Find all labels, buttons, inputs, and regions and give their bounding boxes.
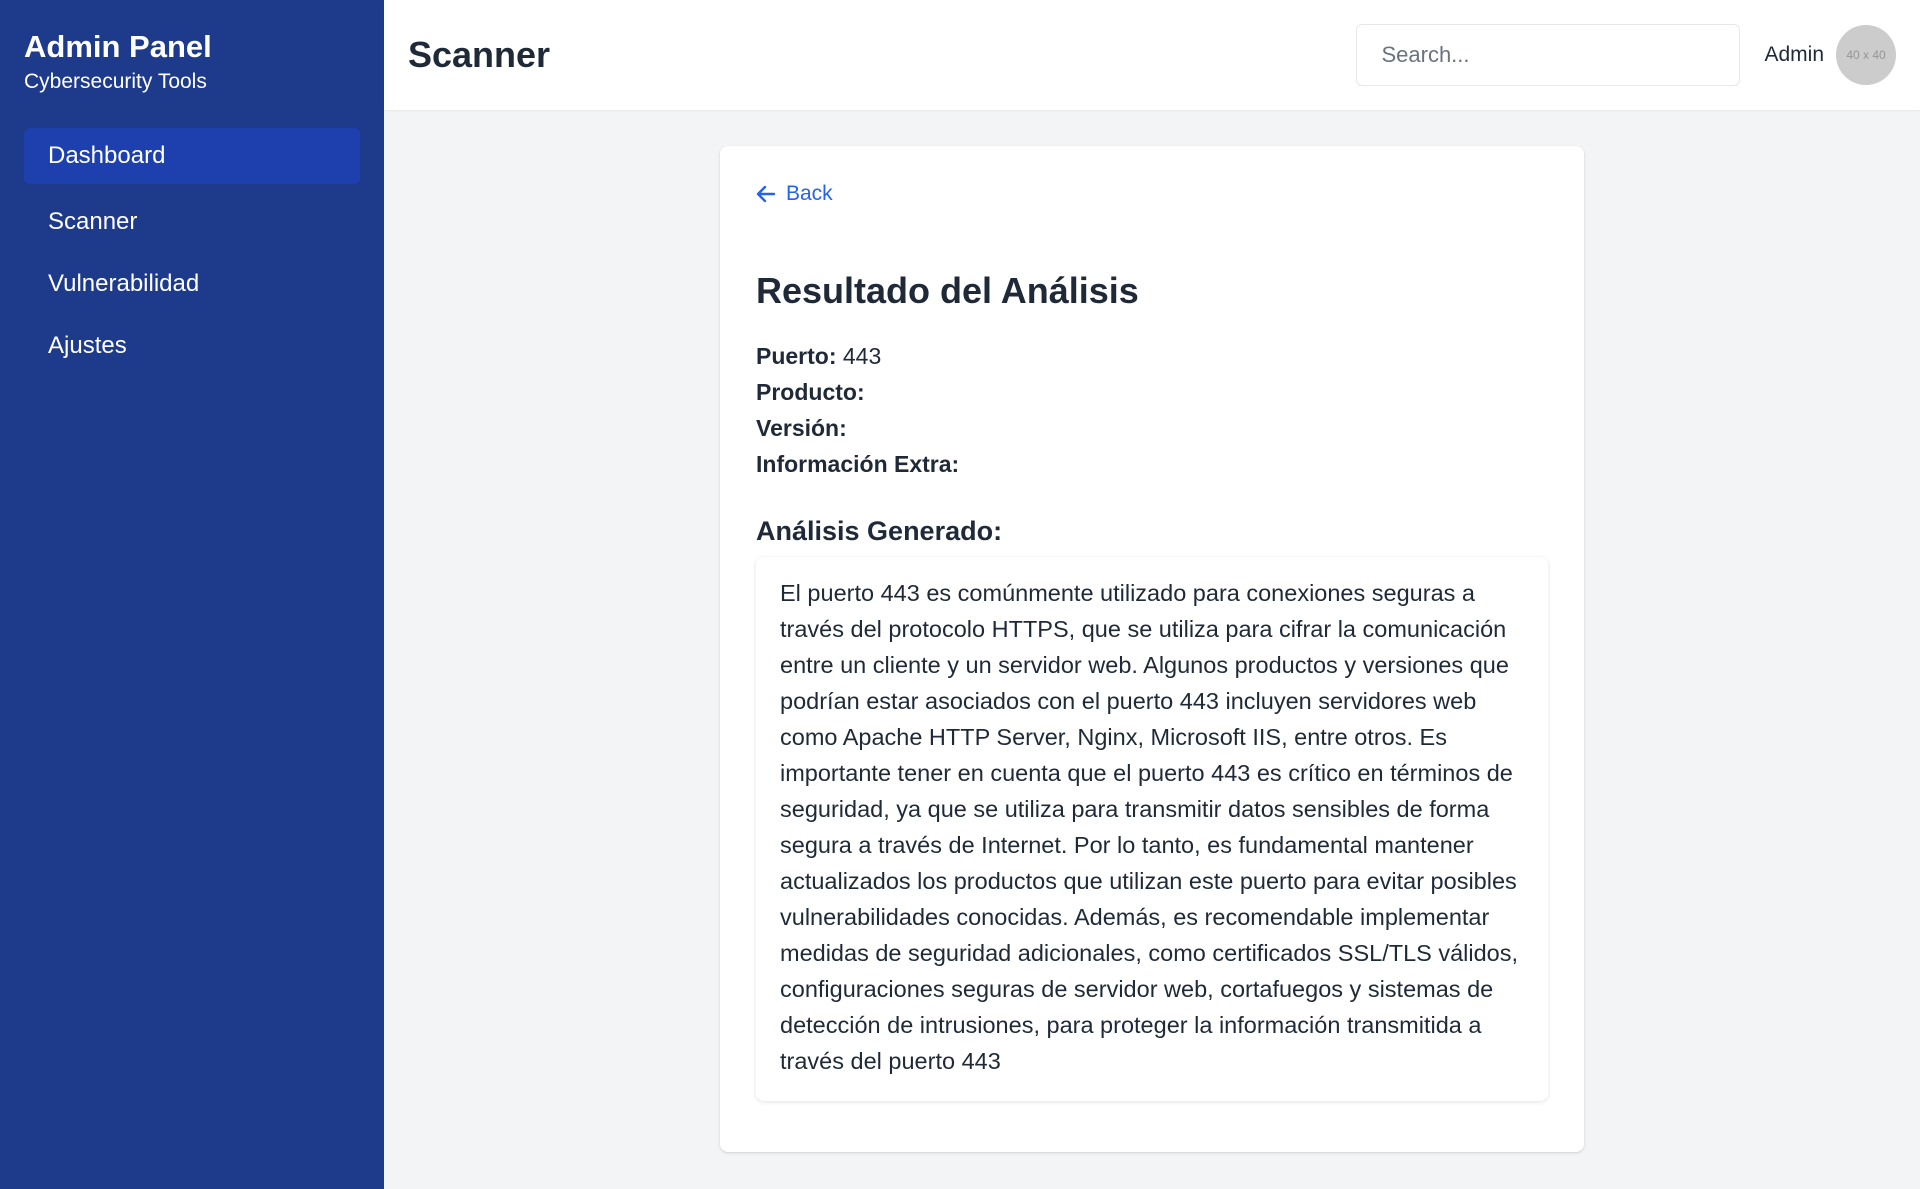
field-label: Versión: [756,415,847,441]
app-root: Admin Panel Cybersecurity Tools Dashboar… [0,0,1920,1189]
field-label: Puerto: [756,343,837,369]
field-version: Versión: [756,410,1548,446]
sidebar-item-ajustes[interactable]: Ajustes [24,322,360,370]
user-menu[interactable]: Admin 40 x 40 [1764,25,1896,85]
result-card: Back Resultado del Análisis Puerto: 443 … [720,146,1584,1152]
content-area: Back Resultado del Análisis Puerto: 443 … [384,110,1920,1189]
field-label: Información Extra: [756,451,960,477]
brand-title: Admin Panel [24,29,212,64]
field-producto: Producto: [756,374,1548,410]
search-input[interactable] [1356,24,1741,86]
field-informacion-extra: Información Extra: [756,446,1548,482]
field-value: 443 [842,343,882,369]
sidebar-item-dashboard[interactable]: Dashboard [24,128,360,184]
topbar: Scanner Admin 40 x 40 [384,0,1920,110]
arrow-left-icon [756,185,776,203]
avatar[interactable]: 40 x 40 [1836,25,1896,85]
analysis-title: Análisis Generado: [756,516,1003,546]
sidebar-item-vulnerabilidad[interactable]: Vulnerabilidad [24,260,360,308]
sidebar: Admin Panel Cybersecurity Tools Dashboar… [0,0,384,1189]
sidebar-item-scanner[interactable]: Scanner [24,198,360,246]
field-puerto: Puerto: 443 [756,338,1548,374]
page-title: Scanner [408,34,551,75]
result-title: Resultado del Análisis [756,270,1139,311]
result-fields: Puerto: 443 Producto: Versión: Informaci… [756,338,1548,482]
sidebar-nav: Dashboard Scanner Vulnerabilidad Ajustes [24,128,360,370]
brand-subtitle: Cybersecurity Tools [24,70,207,93]
user-name: Admin [1764,43,1824,66]
back-link[interactable]: Back [756,182,833,206]
analysis-text: El puerto 443 es comúnmente utilizado pa… [756,557,1548,1101]
field-label: Producto: [756,379,865,405]
back-label: Back [786,182,833,205]
main-area: Scanner Admin 40 x 40 Back Resultado del… [384,0,1920,1189]
